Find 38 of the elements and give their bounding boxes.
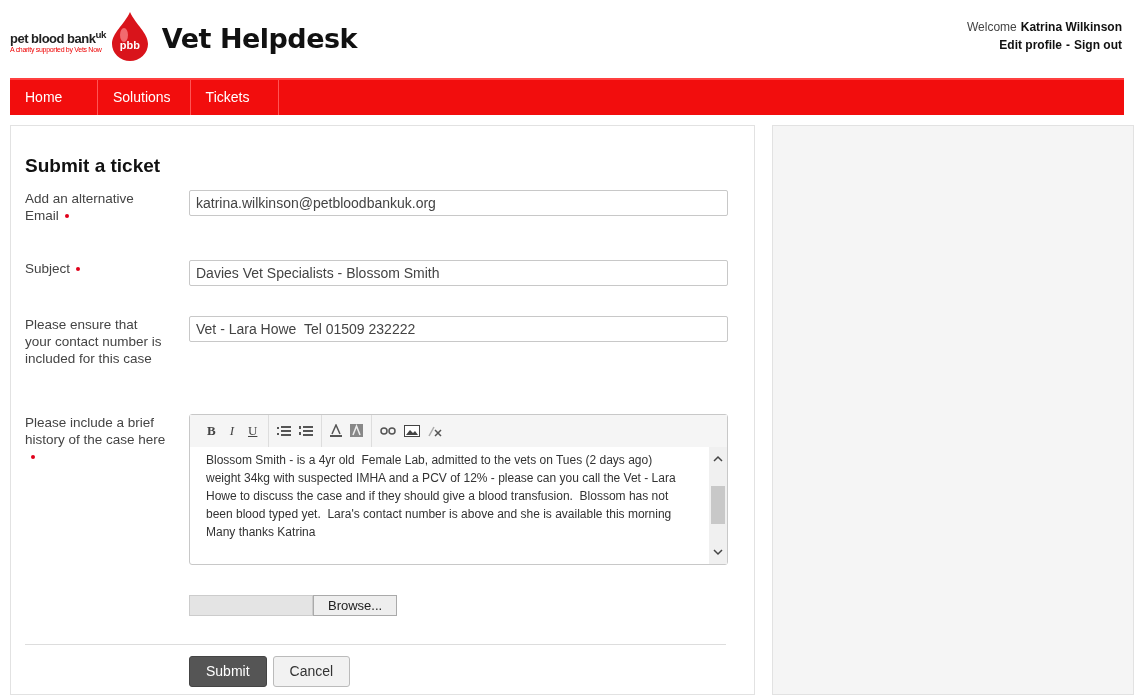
field-label: Please include a brief history of the case here — [25, 413, 175, 565]
image-icon[interactable] — [404, 424, 421, 437]
logo-text: pet blood bank$^{uk}$ — [10, 31, 106, 45]
link-icon[interactable] — [380, 426, 397, 435]
bold-button[interactable]: B — [204, 420, 219, 441]
text-input-field[interactable]: Vet - Lara Howe Tel 01509 232222 — [189, 315, 728, 342]
scroll-up-icon[interactable] — [713, 454, 723, 462]
editor-text: Blossom Smith - is a 4yr old Female Lab, admitted to the vets on Tues (2 days ago) weight 34kg with suspected IMHA and a PCV of 12% - please can you call the Vet - Lara Howe to discuss the case and if they should give a blood transfusion. Blossom has not been blood typed yet. Lara's contact number is above and she is available this morning Many thanks Katrina — [205, 451, 677, 541]
browse-button[interactable]: Browse... — [313, 594, 398, 616]
text-color-icon[interactable] — [330, 424, 343, 437]
user-name: Katrina Wilkinson — [1020, 19, 1122, 36]
submit-button[interactable]: Submit — [189, 655, 267, 687]
text-input-field[interactable]: katrina.wilkinson@petbloodbankuk.org — [189, 189, 728, 216]
sign-out-link[interactable]: Sign out — [1074, 36, 1122, 54]
nav-item[interactable]: Home — [10, 80, 98, 115]
form-title: Submit a ticket — [25, 154, 162, 178]
nav-item[interactable]: Solutions — [98, 80, 191, 115]
scrollbar[interactable] — [709, 446, 727, 564]
field-label: Add an alternative Email — [25, 189, 135, 225]
file-name-field[interactable] — [189, 594, 313, 616]
numbered-list-icon[interactable] — [299, 425, 314, 436]
highlight-icon[interactable] — [350, 424, 364, 437]
underline-button[interactable]: U — [245, 420, 261, 441]
text-input-field[interactable]: Davies Vet Specialists - Blossom Smith — [189, 259, 728, 286]
rich-text-editor[interactable] — [189, 413, 728, 565]
field-label: Please ensure that your contact number is included for this case — [25, 315, 163, 368]
separator-text: - — [1066, 37, 1070, 54]
scroll-down-icon[interactable] — [713, 548, 723, 556]
italic-button[interactable]: I — [226, 420, 237, 441]
field-label: Subject — [25, 259, 175, 316]
nav-item[interactable]: Tickets — [190, 80, 279, 115]
cancel-button[interactable]: Cancel — [272, 655, 351, 687]
edit-profile-link[interactable]: Edit profile — [999, 36, 1062, 54]
welcome-text: Welcome — [966, 19, 1017, 36]
site-title: Vet Helpdesk — [161, 21, 358, 56]
logo-drop: pbb — [109, 11, 150, 61]
bullet-list-icon[interactable] — [277, 425, 292, 436]
clear-format-icon[interactable] — [428, 424, 443, 437]
